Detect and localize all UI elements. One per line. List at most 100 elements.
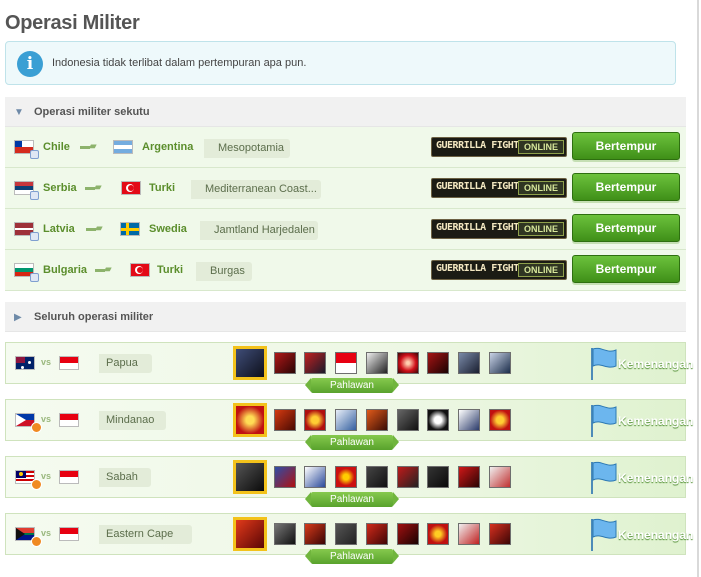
ally-avatar[interactable] <box>427 523 449 545</box>
info-box: i Indonesia tidak terlibat dalam pertemp… <box>5 41 676 85</box>
ally-avatar[interactable] <box>366 466 388 488</box>
ally-avatar[interactable] <box>489 466 511 488</box>
war-region[interactable]: Eastern Cape <box>99 525 192 544</box>
ally-avatar[interactable] <box>397 466 419 488</box>
victory-flag-icon <box>591 518 617 551</box>
defender-country[interactable]: Turki <box>149 182 175 194</box>
flag-turkey-icon <box>130 263 150 277</box>
ally-avatar[interactable] <box>274 523 296 545</box>
guerrilla-status: ONLINE <box>518 263 564 277</box>
ally-avatar[interactable] <box>304 409 326 431</box>
shield-icon <box>30 150 39 159</box>
war-row: vs Eastern Cape Pahlawan Kemenangan <box>5 513 693 564</box>
guerrilla-fight-button[interactable]: GUERRILLA FIGHT ONLINE <box>431 219 567 239</box>
ally-avatar[interactable] <box>366 409 388 431</box>
attacker-country[interactable]: Serbia <box>43 182 77 194</box>
ally-avatar[interactable] <box>427 352 449 374</box>
hero-avatar[interactable] <box>233 460 267 494</box>
ally-avatar[interactable] <box>274 352 296 374</box>
hero-avatar[interactable] <box>233 517 267 551</box>
guerrilla-label: GUERRILLA FIGHT <box>436 140 519 151</box>
defender-country[interactable]: Argentina <box>142 141 193 153</box>
ally-operation-row: Serbia ▬▰ Turki Mediterranean Coast... G… <box>5 168 686 209</box>
hero-label: Pahlawan <box>305 492 399 507</box>
ally-avatar[interactable] <box>489 409 511 431</box>
guerrilla-fight-button[interactable]: GUERRILLA FIGHT ONLINE <box>431 260 567 280</box>
ally-avatar[interactable] <box>274 409 296 431</box>
war-region[interactable]: Papua <box>99 354 152 373</box>
tank-icon: ▬▰ <box>85 182 102 193</box>
defender-country[interactable]: Swedia <box>149 223 187 235</box>
shield-icon <box>30 273 39 282</box>
ally-avatar[interactable] <box>366 523 388 545</box>
tank-icon: ▬▰ <box>80 141 97 152</box>
fight-button[interactable]: Bertempur <box>572 255 680 283</box>
ally-avatar[interactable] <box>397 352 419 374</box>
ally-avatar[interactable] <box>458 409 480 431</box>
hero-avatar[interactable] <box>233 403 267 437</box>
triangle-right-icon: ▶ <box>14 312 22 323</box>
region-tag[interactable]: Jamtland Harjedalen <box>200 221 318 240</box>
vs-label: vs <box>41 357 52 367</box>
ally-avatar[interactable] <box>489 523 511 545</box>
region-tag[interactable]: Mesopotamia <box>204 139 290 158</box>
region-tag[interactable]: Burgas <box>196 262 252 281</box>
vs-label: vs <box>41 471 52 481</box>
ally-operation-row: Chile ▬▰ Argentina Mesopotamia GUERRILLA… <box>5 127 686 168</box>
region-tag[interactable]: Mediterranean Coast... <box>191 180 321 199</box>
hero-label: Pahlawan <box>305 378 399 393</box>
ally-avatar[interactable] <box>458 352 480 374</box>
ally-avatar[interactable] <box>304 523 326 545</box>
flag-turkey-icon <box>121 181 141 195</box>
hero-label: Pahlawan <box>305 549 399 564</box>
victory-flag-icon <box>591 347 617 380</box>
all-operations-toggle[interactable]: ▶ Seluruh operasi militer <box>5 302 686 332</box>
fight-button[interactable]: Bertempur <box>572 132 680 160</box>
attacker-country[interactable]: Latvia <box>43 223 75 235</box>
fight-button[interactable]: Bertempur <box>572 214 680 242</box>
ally-avatar[interactable] <box>335 466 357 488</box>
ally-avatar[interactable] <box>335 352 357 374</box>
ally-operation-row: Bulgaria ▬▰ Turki Burgas GUERRILLA FIGHT… <box>5 250 686 291</box>
guerrilla-status: ONLINE <box>518 181 564 195</box>
flag-sweden-icon <box>120 222 140 236</box>
shield-icon <box>30 191 39 200</box>
victory-flag-icon <box>591 461 617 494</box>
guerrilla-fight-button[interactable]: GUERRILLA FIGHT ONLINE <box>431 137 567 157</box>
war-row: vs Sabah Pahlawan Kemenangan <box>5 456 693 507</box>
flag-australia-icon <box>15 356 35 370</box>
ally-avatar[interactable] <box>335 409 357 431</box>
shield-icon <box>30 232 39 241</box>
ally-avatar[interactable] <box>427 409 449 431</box>
guerrilla-status: ONLINE <box>518 140 564 154</box>
fight-button[interactable]: Bertempur <box>572 173 680 201</box>
defender-country[interactable]: Turki <box>157 264 183 276</box>
ally-avatar[interactable] <box>427 466 449 488</box>
ally-avatar[interactable] <box>304 466 326 488</box>
victory-status: Kemenangan <box>618 471 694 485</box>
victory-flag-icon <box>591 404 617 437</box>
section-title: Seluruh operasi militer <box>34 311 154 323</box>
ally-avatar[interactable] <box>458 466 480 488</box>
info-icon: i <box>17 51 43 77</box>
allied-operations-toggle[interactable]: ▼ Operasi militer sekutu <box>5 97 686 127</box>
attacker-country[interactable]: Bulgaria <box>43 264 87 276</box>
hero-avatar[interactable] <box>233 346 267 380</box>
ally-avatar[interactable] <box>304 352 326 374</box>
victory-status: Kemenangan <box>618 357 694 371</box>
attacker-country[interactable]: Chile <box>43 141 70 153</box>
war-region[interactable]: Sabah <box>99 468 151 487</box>
victory-status: Kemenangan <box>618 414 694 428</box>
ally-avatar[interactable] <box>397 523 419 545</box>
guerrilla-fight-button[interactable]: GUERRILLA FIGHT ONLINE <box>431 178 567 198</box>
war-region[interactable]: Mindanao <box>99 411 166 430</box>
ally-avatar[interactable] <box>274 466 296 488</box>
ally-avatar[interactable] <box>366 352 388 374</box>
ally-avatar[interactable] <box>458 523 480 545</box>
ally-avatar[interactable] <box>335 523 357 545</box>
ally-avatar[interactable] <box>397 409 419 431</box>
flag-argentina-icon <box>113 140 133 154</box>
content-border <box>697 0 699 577</box>
ally-operation-row: Latvia ▬▰ Swedia Jamtland Harjedalen GUE… <box>5 209 686 250</box>
ally-avatar[interactable] <box>489 352 511 374</box>
